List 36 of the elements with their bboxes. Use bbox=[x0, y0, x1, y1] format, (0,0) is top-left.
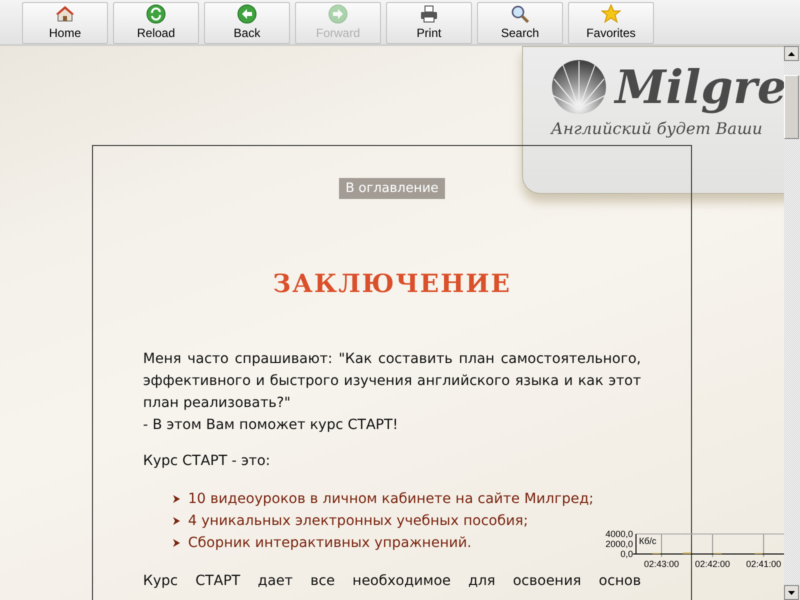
intro-paragraph: Меня часто спрашивают: "Как составить план самостоятельного, эффективного и быстрого изучения английского языка и как этот план реализовать?" bbox=[143, 350, 641, 413]
printer-icon bbox=[419, 4, 439, 24]
magnifier-icon bbox=[510, 4, 530, 24]
scrollbar-thumb[interactable] bbox=[784, 75, 799, 139]
list-heading: Курс СТАРТ - это: bbox=[143, 452, 272, 471]
logo-tagline: Английский будет Ваши bbox=[549, 118, 764, 138]
scroll-down-button[interactable] bbox=[784, 585, 799, 600]
list-item-text: 4 уникальных электронных учебных пособия; bbox=[188, 512, 528, 531]
toolbar-button[interactable]: Home bbox=[22, 2, 108, 44]
scroll-up-button[interactable] bbox=[784, 46, 799, 61]
intro-answer: - В этом Вам поможет курс СТАРТ! bbox=[143, 416, 400, 435]
closing-paragraph: Курс СТАРТ дает все необходимое для освоения основ bbox=[143, 572, 641, 591]
page-heading: ЗАКЛЮЧЕНИЕ bbox=[272, 269, 512, 298]
up-triangle-icon bbox=[788, 52, 795, 56]
arrow-bullet-icon bbox=[173, 539, 180, 547]
toolbar-button[interactable]: Back bbox=[204, 2, 290, 44]
reload-icon bbox=[146, 4, 166, 24]
down-triangle-icon bbox=[788, 590, 795, 594]
house-icon bbox=[55, 4, 75, 24]
star-icon bbox=[601, 4, 621, 24]
toolbar-button[interactable]: Search bbox=[477, 2, 563, 44]
list-item-text: Сборник интерактивных упражнений. bbox=[188, 534, 472, 553]
y-tick-label: 4000,0 bbox=[605, 529, 633, 539]
y-tick-label: 2000,0 bbox=[605, 539, 633, 549]
arrow-bullet-icon bbox=[173, 517, 180, 525]
x-tick-label: 02:43:00 bbox=[644, 559, 680, 569]
toolbar-button[interactable]: Reload bbox=[113, 2, 199, 44]
arrow-bullet-icon bbox=[173, 495, 180, 503]
x-tick-label: 02:42:00 bbox=[695, 559, 730, 569]
list-item-text: 10 видеоуроков в личном кабинете на сайте Милгред; bbox=[188, 490, 594, 509]
y-tick-label: 0,0 bbox=[620, 549, 633, 559]
sphere-logo-icon bbox=[551, 59, 607, 115]
x-tick-label: 02:41:00 bbox=[746, 559, 782, 569]
toolbar-button[interactable]: Favorites bbox=[568, 2, 654, 44]
toolbar-button[interactable]: Print bbox=[386, 2, 472, 44]
y-axis-unit: Кб/с bbox=[639, 536, 656, 546]
